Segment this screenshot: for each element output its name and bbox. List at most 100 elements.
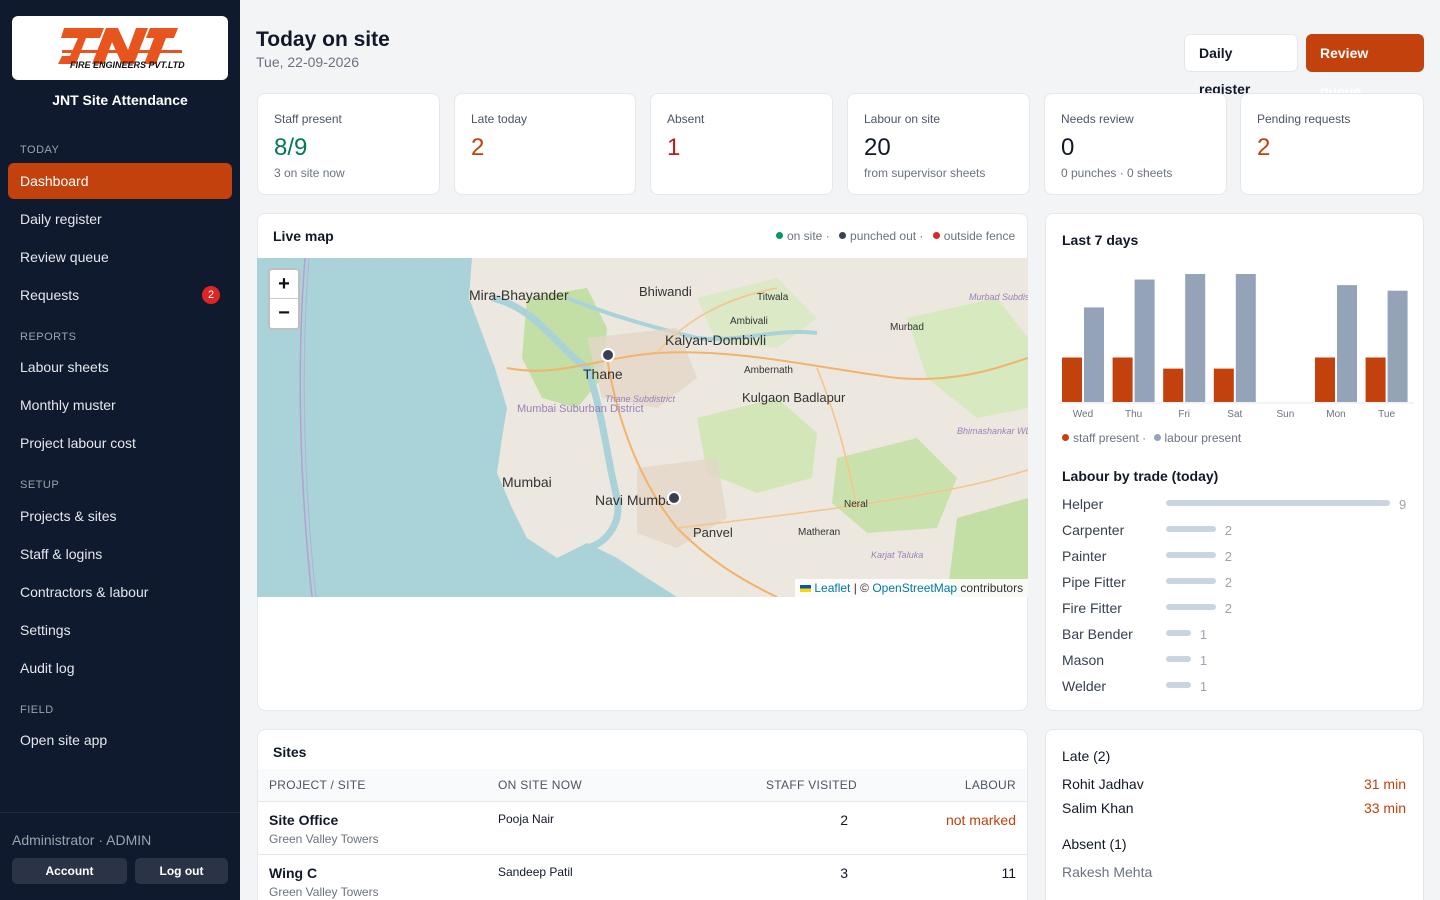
osm-link[interactable]: OpenStreetMap [872, 581, 957, 595]
map-marker-punched-out[interactable] [601, 348, 615, 362]
map-label: Mumbai [502, 474, 552, 490]
late-person-name: Rohit Jadhav [1062, 776, 1144, 792]
attribution-tail: contributors [957, 581, 1024, 595]
labour-by-trade-title: Labour by trade (today) [1062, 468, 1219, 484]
review-queue-button[interactable]: Review queue [1306, 34, 1424, 99]
logout-button[interactable]: Log out [135, 858, 228, 884]
absent-person-name: Rakesh Mehta [1062, 864, 1153, 880]
stat-card-late-today: Late today 2 [454, 93, 636, 195]
nav-project-labour-cost[interactable]: Project labour cost [8, 425, 232, 461]
trade-count: 1 [1199, 653, 1208, 668]
bar-labour-present [1084, 307, 1104, 402]
stat-label: Labour on site [864, 112, 941, 126]
nav-labour-sheets[interactable]: Labour sheets [8, 349, 232, 385]
trade-bar [1166, 604, 1216, 610]
legend-on-site: on site · [787, 229, 830, 243]
nav-open-site-app[interactable]: Open site app [8, 722, 232, 758]
nav-dashboard[interactable]: Dashboard [8, 163, 232, 199]
stat-value: 0 [1061, 134, 1075, 161]
stat-card-needs-review: Needs review 0 0 punches · 0 sheets [1044, 93, 1227, 195]
map-attribution: Leaflet | © OpenStreetMap contributors [795, 579, 1029, 597]
nav-settings[interactable]: Settings [8, 612, 232, 648]
late-person-name: Salim Khan [1062, 800, 1134, 816]
nav-review-queue[interactable]: Review queue [8, 239, 232, 275]
x-tick-label: Fri [1178, 409, 1190, 420]
stat-sub: 3 on site now [274, 166, 345, 180]
site-staff-visited: 2 [840, 812, 848, 828]
trade-count: 2 [1224, 601, 1232, 616]
zoom-in-button[interactable]: + [270, 270, 298, 299]
bar-staff-present [1112, 357, 1133, 402]
svg-text:FIRE ENGINEERS PVT.LTD: FIRE ENGINEERS PVT.LTD [70, 60, 185, 70]
late-minutes: 33 min [1363, 800, 1406, 816]
trade-count: 9 [1399, 497, 1407, 512]
map-label: Mumbai Suburban District [517, 403, 644, 415]
site-project: Green Valley Towers [269, 832, 379, 846]
live-map-title: Live map [273, 228, 334, 244]
map-label: Karjat Taluka [871, 550, 923, 560]
x-tick-label: Tue [1378, 409, 1395, 420]
daily-register-button[interactable]: Daily register [1184, 34, 1298, 97]
trade-count: 1 [1199, 627, 1208, 642]
nav-requests-label: Requests [20, 287, 80, 303]
legend-outside-fence: outside fence [943, 229, 1016, 243]
nav-contractors-labour[interactable]: Contractors & labour [8, 574, 232, 610]
on-site-dot-icon [776, 232, 783, 239]
trade-bar [1166, 552, 1216, 558]
trade-bar [1166, 656, 1191, 662]
stat-label: Staff present [274, 112, 342, 126]
requests-count-badge: 2 [202, 286, 220, 304]
nav-section-today: TODAY [20, 144, 60, 156]
stat-value: 2 [471, 134, 485, 161]
chart-legend: staff present · labour present [1062, 431, 1241, 445]
nav-monthly-muster[interactable]: Monthly muster [8, 387, 232, 423]
last-7-days-title: Last 7 days [1062, 232, 1139, 248]
map-label: Titwala [757, 292, 789, 303]
bar-labour-present [1185, 274, 1206, 402]
legend-labour-present: labour present [1164, 431, 1242, 445]
map-marker-punched-out[interactable] [667, 491, 681, 505]
nav-daily-register[interactable]: Daily register [8, 201, 232, 237]
account-button[interactable]: Account [12, 858, 127, 884]
x-tick-label: Mon [1326, 409, 1345, 420]
col-on-site-now: ON SITE NOW [498, 778, 582, 792]
trade-count: 1 [1199, 679, 1208, 694]
map-label: Matheran [798, 527, 840, 538]
stat-sub: 0 punches · 0 sheets [1061, 166, 1173, 180]
sidebar-divider [0, 812, 240, 813]
legend-punched-out: punched out · [850, 229, 924, 243]
map-label: Ambivali [730, 316, 768, 327]
stat-label: Needs review [1061, 112, 1134, 126]
nav-staff-logins[interactable]: Staff & logins [8, 536, 232, 572]
site-on-site-now: Pooja Nair [498, 812, 555, 826]
trade-count: 2 [1224, 575, 1232, 590]
trade-name: Painter [1062, 548, 1107, 564]
x-tick-label: Thu [1125, 409, 1142, 420]
nav-audit-log[interactable]: Audit log [8, 650, 232, 686]
trade-bar [1166, 526, 1216, 532]
site-name: Wing C [269, 865, 318, 881]
nav-projects-sites[interactable]: Projects & sites [8, 498, 232, 534]
nav-section-setup: SETUP [20, 479, 60, 491]
stat-card-staff-present: Staff present 8/9 3 on site now [257, 93, 440, 195]
x-tick-label: Sun [1277, 409, 1295, 420]
map-label: Murbad Subdistrict [969, 292, 1028, 302]
map-label: Bhiwandi [639, 284, 692, 299]
bar-staff-present [1062, 357, 1082, 402]
late-title: Late (2) [1062, 748, 1111, 764]
map-label: Murbad [890, 322, 924, 333]
nav-section-reports: REPORTS [20, 331, 77, 343]
leaflet-link[interactable]: Leaflet [814, 581, 850, 595]
outside-fence-dot-icon [932, 232, 940, 239]
trade-name: Pipe Fitter [1062, 574, 1126, 590]
company-logo: FIRE ENGINEERS PVT.LTD [12, 16, 228, 80]
bar-labour-present [1387, 290, 1408, 402]
stat-label: Absent [667, 112, 705, 126]
nav-requests[interactable]: Requests 2 [8, 277, 232, 313]
stat-label: Pending requests [1257, 112, 1351, 126]
map-label: Navi Mumbai [595, 492, 677, 508]
live-map[interactable]: Mira-Bhayander Bhiwandi Titwala Ambivali… [257, 258, 1028, 597]
bar-staff-present [1315, 357, 1335, 402]
zoom-out-button[interactable]: − [270, 299, 298, 328]
legend-staff-present: staff present · [1073, 431, 1147, 445]
